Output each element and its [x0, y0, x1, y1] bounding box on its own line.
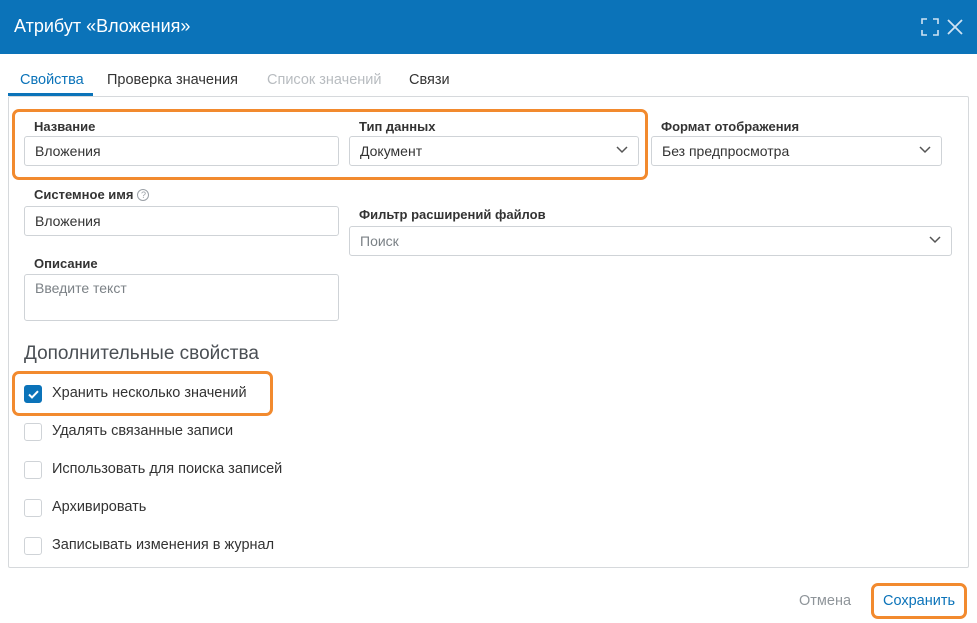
- name-label: Название: [34, 119, 96, 134]
- name-input[interactable]: Вложения: [24, 136, 339, 166]
- display-format-label: Формат отображения: [661, 119, 800, 134]
- option-delete-linked[interactable]: Удалять связанные записи: [24, 422, 254, 442]
- option-log-changes[interactable]: Записывать изменения в журнал: [24, 536, 294, 556]
- option-store-multiple[interactable]: Хранить несколько значений: [24, 384, 264, 404]
- data-type-label: Тип данных: [359, 119, 436, 134]
- description-label: Описание: [34, 256, 98, 271]
- save-button[interactable]: Сохранить: [883, 593, 955, 609]
- system-name-label: Системное имя?: [34, 187, 150, 202]
- tab-value-list: Список значений: [267, 72, 382, 88]
- tab-properties[interactable]: Свойства: [8, 66, 93, 96]
- data-type-value: Документ: [360, 143, 423, 159]
- chevron-down-icon: [929, 236, 941, 244]
- help-icon[interactable]: ?: [137, 189, 150, 201]
- dialog-titlebar: Атрибут «Вложения»: [0, 0, 977, 54]
- data-type-select[interactable]: Документ: [349, 136, 639, 166]
- chevron-down-icon: [919, 146, 931, 154]
- checkbox[interactable]: [24, 537, 42, 555]
- option-label: Использовать для поиска записей: [52, 461, 283, 477]
- cancel-button[interactable]: Отмена: [799, 593, 851, 609]
- system-name-label-text: Системное имя: [34, 187, 134, 202]
- chevron-down-icon: [616, 146, 628, 154]
- option-label: Записывать изменения в журнал: [52, 537, 275, 553]
- file-filter-label: Фильтр расширений файлов: [359, 207, 546, 222]
- checkbox[interactable]: [24, 499, 42, 517]
- checkbox[interactable]: [24, 423, 42, 441]
- tab-relations[interactable]: Связи: [409, 66, 450, 96]
- option-use-for-search[interactable]: Использовать для поиска записей: [24, 460, 294, 480]
- display-format-value: Без предпросмотра: [662, 143, 790, 159]
- expand-icon[interactable]: [921, 18, 939, 36]
- file-filter-select[interactable]: Поиск: [349, 226, 952, 256]
- file-filter-placeholder: Поиск: [360, 233, 399, 249]
- check-icon: [28, 390, 39, 399]
- system-name-input[interactable]: Вложения: [24, 206, 339, 236]
- option-label: Хранить несколько значений: [52, 385, 247, 401]
- dialog-title: Атрибут «Вложения»: [14, 16, 191, 36]
- tab-value-validation[interactable]: Проверка значения: [107, 66, 238, 96]
- checkbox-checked[interactable]: [24, 385, 42, 403]
- checkbox[interactable]: [24, 461, 42, 479]
- option-archive[interactable]: Архивировать: [24, 498, 184, 518]
- extra-properties-title: Дополнительные свойства: [24, 343, 259, 364]
- option-label: Архивировать: [52, 499, 147, 515]
- description-textarea[interactable]: Введите текст: [24, 274, 339, 321]
- close-icon[interactable]: [946, 18, 964, 36]
- option-label: Удалять связанные записи: [52, 423, 234, 439]
- display-format-select[interactable]: Без предпросмотра: [651, 136, 942, 166]
